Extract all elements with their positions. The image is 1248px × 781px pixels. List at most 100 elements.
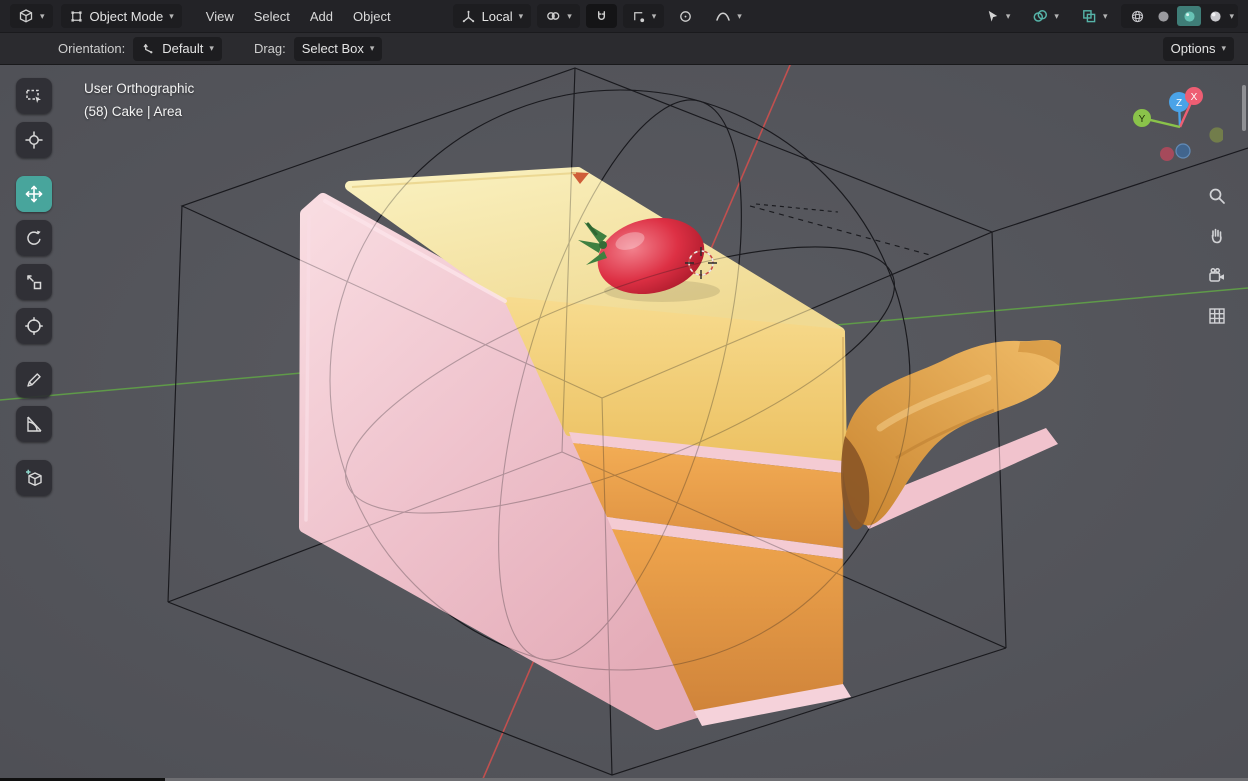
viewport-header: ▾ Object Mode ▾ View Select Add Object L… bbox=[0, 0, 1248, 33]
pivot-point-icon bbox=[547, 12, 560, 20]
snap-target-select[interactable]: ▾ bbox=[622, 4, 665, 28]
proportional-falloff-select[interactable]: ▾ bbox=[707, 4, 750, 28]
toolbar bbox=[16, 78, 52, 496]
chevron-down-icon: ▾ bbox=[40, 10, 45, 21]
viewport-3d-scene[interactable] bbox=[0, 65, 1248, 778]
gizmo-x-negative[interactable] bbox=[1160, 147, 1174, 161]
navigation-gizmo[interactable]: Y Z X bbox=[1103, 83, 1223, 175]
zoom-icon bbox=[1209, 188, 1225, 204]
menu-select[interactable]: Select bbox=[244, 9, 300, 24]
orientation-value: Default bbox=[162, 41, 204, 56]
mode-select[interactable]: Object Mode ▾ bbox=[60, 4, 182, 28]
shading-wireframe-button[interactable] bbox=[1125, 6, 1149, 26]
measure-tool-icon bbox=[27, 416, 42, 432]
scale-tool-icon bbox=[27, 275, 42, 290]
viewport-shading-group: ▾ bbox=[1121, 4, 1238, 28]
shading-material-icon bbox=[1184, 10, 1195, 22]
transform-tool-icon bbox=[25, 317, 43, 335]
options-button[interactable]: Options ▾ bbox=[1162, 36, 1234, 61]
proportional-editing-toggle[interactable] bbox=[670, 4, 701, 28]
gizmo-z-label: Z bbox=[1176, 98, 1182, 109]
select-box-icon bbox=[26, 89, 41, 103]
scale-tool-button[interactable] bbox=[16, 264, 52, 300]
transform-tool-button[interactable] bbox=[16, 308, 52, 344]
snap-magnet-icon bbox=[597, 10, 605, 20]
move-tool-button[interactable] bbox=[16, 176, 52, 212]
annotate-tool-button[interactable] bbox=[16, 362, 52, 398]
camera-icon bbox=[1209, 267, 1224, 282]
move-tool-icon bbox=[25, 185, 43, 203]
tool-settings-bar: Orientation: Default ▾ Drag: Select Box … bbox=[0, 33, 1248, 65]
shading-material-button[interactable] bbox=[1177, 6, 1202, 26]
show-overlays-button[interactable]: ▾ bbox=[1024, 4, 1067, 28]
chevron-down-icon: ▾ bbox=[567, 10, 572, 21]
gizmo-z-negative[interactable] bbox=[1175, 143, 1191, 159]
chevron-down-icon: ▾ bbox=[737, 10, 742, 21]
shading-rendered-icon bbox=[1210, 10, 1221, 22]
drag-label: Drag: bbox=[253, 41, 286, 56]
object-mode-icon bbox=[70, 10, 82, 22]
editor-type-icon bbox=[19, 9, 33, 23]
gizmo-arrow-icon bbox=[988, 10, 998, 22]
pivot-point-select[interactable]: ▾ bbox=[537, 4, 580, 28]
pan-view-button[interactable] bbox=[1204, 223, 1230, 249]
chevron-down-icon: ▾ bbox=[1221, 43, 1226, 53]
annotate-pen-icon bbox=[27, 373, 41, 387]
orientation-axes-icon bbox=[143, 44, 153, 54]
mode-select-label: Object Mode bbox=[89, 8, 164, 24]
ortho-toggle-button[interactable] bbox=[1204, 303, 1230, 329]
rotate-tool-icon bbox=[27, 230, 41, 245]
chevron-down-icon: ▾ bbox=[518, 10, 524, 21]
menu-object[interactable]: Object bbox=[343, 9, 401, 24]
orientation-label: Orientation: bbox=[58, 41, 126, 56]
gizmo-y-negative[interactable] bbox=[1209, 127, 1223, 143]
chevron-down-icon: ▾ bbox=[651, 10, 657, 21]
gizmo-y-label: Y bbox=[1139, 114, 1146, 125]
add-cube-tool-button[interactable] bbox=[16, 460, 52, 496]
shading-wireframe-icon bbox=[1131, 10, 1144, 22]
shading-solid-icon bbox=[1158, 10, 1169, 22]
shading-rendered-button[interactable] bbox=[1203, 6, 1227, 26]
chevron-down-icon: ▾ bbox=[369, 43, 375, 53]
gizmo-x-label: X bbox=[1191, 92, 1198, 103]
strawberry-calyx bbox=[599, 241, 607, 249]
xray-icon bbox=[1083, 10, 1096, 23]
orientation-axes-icon bbox=[462, 10, 474, 22]
drag-select[interactable]: Select Box ▾ bbox=[293, 36, 383, 61]
zoom-view-button[interactable] bbox=[1204, 183, 1230, 209]
menu-view[interactable]: View bbox=[196, 9, 244, 24]
measure-tool-button[interactable] bbox=[16, 406, 52, 442]
toggle-xray-button[interactable]: ▾ bbox=[1073, 4, 1116, 28]
grid-icon bbox=[1209, 308, 1225, 324]
transform-orientation-select[interactable]: Local ▾ bbox=[452, 4, 532, 28]
camera-view-button[interactable] bbox=[1204, 263, 1230, 289]
blender-3d-viewport-window: ▾ Object Mode ▾ View Select Add Object L… bbox=[0, 0, 1248, 781]
editor-type-button[interactable]: ▾ bbox=[10, 4, 53, 28]
chevron-down-icon: ▾ bbox=[169, 10, 174, 21]
view-controls bbox=[1204, 183, 1230, 329]
options-label: Options bbox=[1170, 41, 1216, 56]
cursor-tool-icon bbox=[25, 131, 43, 149]
show-gizmos-button[interactable]: ▾ bbox=[977, 4, 1019, 28]
hand-icon bbox=[1211, 228, 1222, 244]
viewport[interactable]: User Orthographic (58) Cake | Area Y Z X bbox=[0, 65, 1248, 778]
orientation-select-label: Local bbox=[481, 8, 513, 24]
shading-solid-button[interactable] bbox=[1151, 6, 1175, 26]
header-menubar: View Select Add Object bbox=[196, 9, 401, 24]
viewport-scrollbar[interactable] bbox=[1242, 85, 1246, 131]
overlays-icon bbox=[1033, 10, 1048, 22]
select-box-tool-button[interactable] bbox=[16, 78, 52, 114]
chevron-down-icon: ▾ bbox=[1102, 10, 1108, 21]
add-cube-icon bbox=[26, 469, 42, 486]
chevron-down-icon: ▾ bbox=[1005, 10, 1011, 21]
cursor-tool-button[interactable] bbox=[16, 122, 52, 158]
falloff-curve-icon bbox=[716, 12, 730, 21]
shading-settings-button[interactable]: ▾ bbox=[1229, 11, 1234, 21]
chevron-down-icon: ▾ bbox=[209, 43, 214, 53]
drag-value: Select Box bbox=[301, 41, 364, 56]
menu-add[interactable]: Add bbox=[300, 9, 343, 24]
orientation-select[interactable]: Default ▾ bbox=[133, 36, 222, 61]
rotate-tool-button[interactable] bbox=[16, 220, 52, 256]
snap-toggle-button[interactable] bbox=[585, 4, 617, 28]
proportional-editing-icon bbox=[680, 10, 692, 22]
